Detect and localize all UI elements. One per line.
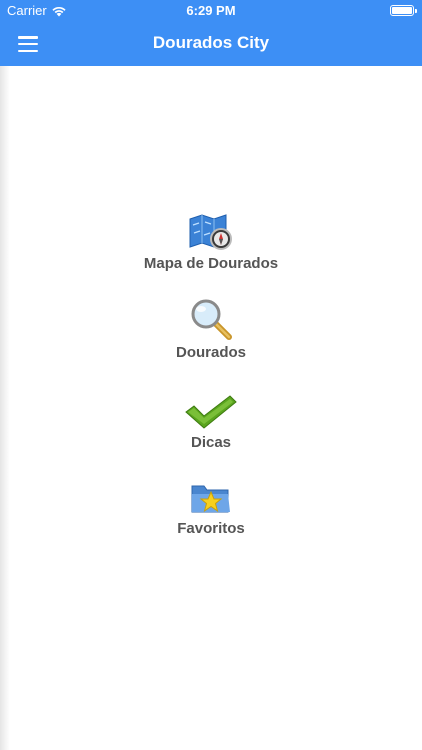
menu-item-label: Mapa de Dourados — [143, 255, 279, 272]
battery-icon — [390, 5, 417, 16]
map-compass-icon — [189, 214, 232, 250]
menu-item-mapa[interactable]: Mapa de Dourados — [0, 213, 422, 272]
status-bar: Carrier 6:29 PM — [0, 0, 422, 22]
menu-item-dourados[interactable]: Dourados — [0, 298, 422, 361]
menu-item-dicas[interactable]: Dicas — [0, 394, 422, 451]
menu-item-label: Dourados — [175, 344, 246, 361]
magnifier-icon — [191, 299, 232, 340]
checkmark-icon — [185, 395, 237, 429]
menu-item-label: Favoritos — [177, 520, 245, 537]
menu-item-favoritos[interactable]: Favoritos — [0, 480, 422, 537]
nav-bar: Dourados City — [0, 22, 422, 66]
menu-item-label: Dicas — [190, 434, 232, 451]
top-bar: Carrier 6:29 PM Dourados City — [0, 0, 422, 66]
folder-star-icon — [191, 485, 230, 513]
page-title: Dourados City — [152, 33, 270, 52]
status-time: 6:29 PM — [186, 3, 236, 18]
